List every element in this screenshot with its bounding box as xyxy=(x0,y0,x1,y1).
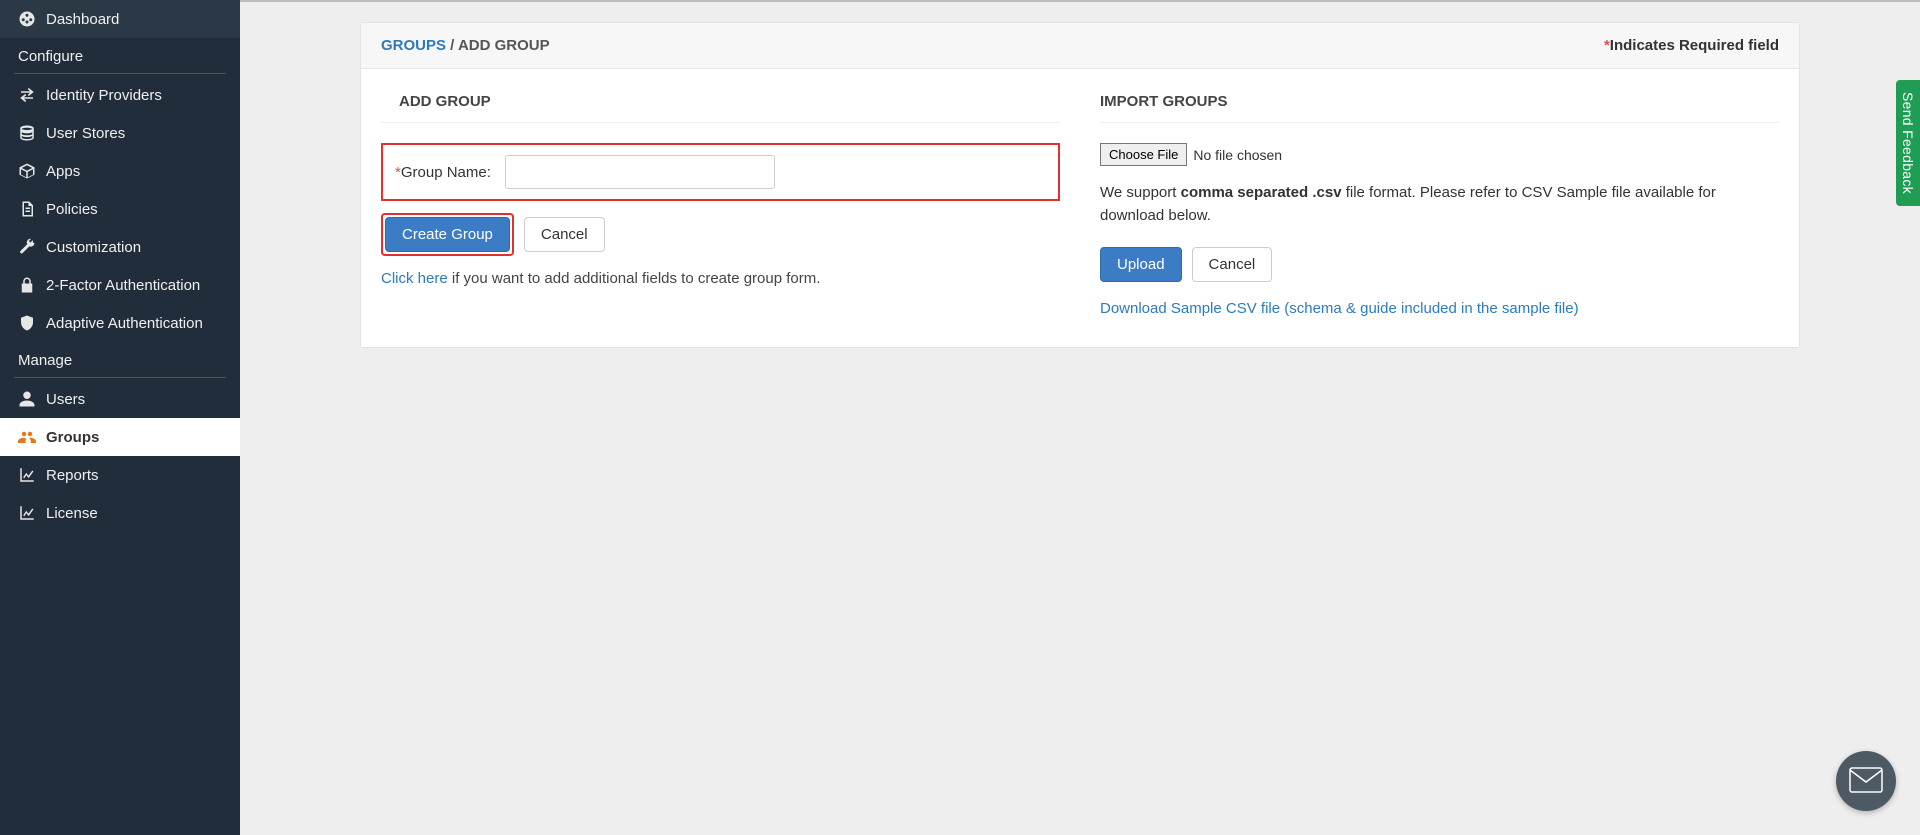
group-name-row: *Group Name: xyxy=(395,155,1046,189)
sidebar-item-users[interactable]: Users xyxy=(0,380,240,418)
mail-icon xyxy=(1849,767,1883,796)
sidebar-label: Customization xyxy=(46,239,141,256)
sidebar-item-customization[interactable]: Customization xyxy=(0,228,240,266)
document-icon xyxy=(18,200,46,218)
sidebar-label: Users xyxy=(46,391,85,408)
add-fields-hint: Click here if you want to add additional… xyxy=(381,270,1060,287)
hint-text: if you want to add additional fields to … xyxy=(448,270,821,287)
sidebar-label: Identity Providers xyxy=(46,87,162,104)
sidebar-label: Apps xyxy=(46,163,80,180)
send-feedback-tab[interactable]: Send Feedback xyxy=(1896,80,1920,206)
sidebar-item-license[interactable]: License xyxy=(0,494,240,532)
group-name-label: *Group Name: xyxy=(395,164,491,181)
cancel-button[interactable]: Cancel xyxy=(524,217,605,252)
mail-fab[interactable] xyxy=(1836,751,1896,811)
sidebar-label: Policies xyxy=(46,201,98,218)
breadcrumb-current: ADD GROUP xyxy=(458,37,550,54)
import-title: IMPORT GROUPS xyxy=(1100,93,1779,123)
sidebar-section-configure: Configure xyxy=(0,38,240,71)
sidebar-item-identity-providers[interactable]: Identity Providers xyxy=(0,76,240,114)
sidebar-label: Dashboard xyxy=(46,11,119,28)
database-icon xyxy=(18,124,46,142)
swap-icon xyxy=(18,86,46,104)
file-input-row: Choose File No file chosen xyxy=(1100,143,1779,166)
file-status: No file chosen xyxy=(1193,147,1282,163)
required-text: Indicates Required field xyxy=(1610,37,1779,54)
sidebar-section-manage: Manage xyxy=(0,342,240,375)
sidebar-item-groups[interactable]: Groups xyxy=(0,418,240,456)
sidebar-item-reports[interactable]: Reports xyxy=(0,456,240,494)
users-icon xyxy=(18,428,46,446)
wrench-icon xyxy=(18,238,46,256)
breadcrumb-sep: / xyxy=(446,37,458,54)
panel: GROUPS / ADD GROUP *Indicates Required f… xyxy=(360,22,1800,348)
sidebar-label: Reports xyxy=(46,467,99,484)
breadcrumb: GROUPS / ADD GROUP xyxy=(381,37,550,54)
main-content: GROUPS / ADD GROUP *Indicates Required f… xyxy=(240,0,1920,835)
click-here-link[interactable]: Click here xyxy=(381,270,448,287)
sidebar-item-dashboard[interactable]: Dashboard xyxy=(0,0,240,38)
user-icon xyxy=(18,390,46,408)
import-button-row: Upload Cancel xyxy=(1100,247,1779,282)
sidebar-item-policies[interactable]: Policies xyxy=(0,190,240,228)
panel-header: GROUPS / ADD GROUP *Indicates Required f… xyxy=(361,23,1799,69)
panel-body: ADD GROUP *Group Name: Create Group Canc… xyxy=(361,69,1799,347)
sidebar-item-2fa[interactable]: 2-Factor Authentication xyxy=(0,266,240,304)
sidebar-item-adaptive-auth[interactable]: Adaptive Authentication xyxy=(0,304,240,342)
create-group-button[interactable]: Create Group xyxy=(385,217,510,252)
add-group-title: ADD GROUP xyxy=(381,93,1060,123)
sidebar-label: Adaptive Authentication xyxy=(46,315,203,332)
add-group-column: ADD GROUP *Group Name: Create Group Canc… xyxy=(381,93,1060,317)
choose-file-button[interactable]: Choose File xyxy=(1100,143,1187,166)
group-name-highlight: *Group Name: xyxy=(381,143,1060,201)
import-groups-column: IMPORT GROUPS Choose File No file chosen… xyxy=(1100,93,1779,317)
shield-icon xyxy=(18,314,46,332)
download-sample-link[interactable]: Download Sample CSV file (schema & guide… xyxy=(1100,300,1579,317)
chart-icon xyxy=(18,504,46,522)
support-text: We support comma separated .csv file for… xyxy=(1100,182,1779,227)
sidebar-label: Groups xyxy=(46,429,99,446)
box-icon xyxy=(18,162,46,180)
sidebar-item-user-stores[interactable]: User Stores xyxy=(0,114,240,152)
sidebar: Dashboard Configure Identity Providers U… xyxy=(0,0,240,835)
import-cancel-button[interactable]: Cancel xyxy=(1192,247,1273,282)
sidebar-label: User Stores xyxy=(46,125,125,142)
chart-icon xyxy=(18,466,46,484)
upload-button[interactable]: Upload xyxy=(1100,247,1182,282)
sidebar-label: 2-Factor Authentication xyxy=(46,277,200,294)
sidebar-divider xyxy=(14,73,226,74)
create-group-highlight: Create Group xyxy=(381,213,514,256)
dashboard-icon xyxy=(18,10,46,28)
breadcrumb-groups-link[interactable]: GROUPS xyxy=(381,37,446,54)
sidebar-label: License xyxy=(46,505,98,522)
button-row: Create Group Cancel xyxy=(381,213,1060,256)
group-name-input[interactable] xyxy=(505,155,775,189)
sidebar-divider xyxy=(14,377,226,378)
sidebar-item-apps[interactable]: Apps xyxy=(0,152,240,190)
lock-icon xyxy=(18,276,46,294)
required-note: *Indicates Required field xyxy=(1604,37,1779,54)
